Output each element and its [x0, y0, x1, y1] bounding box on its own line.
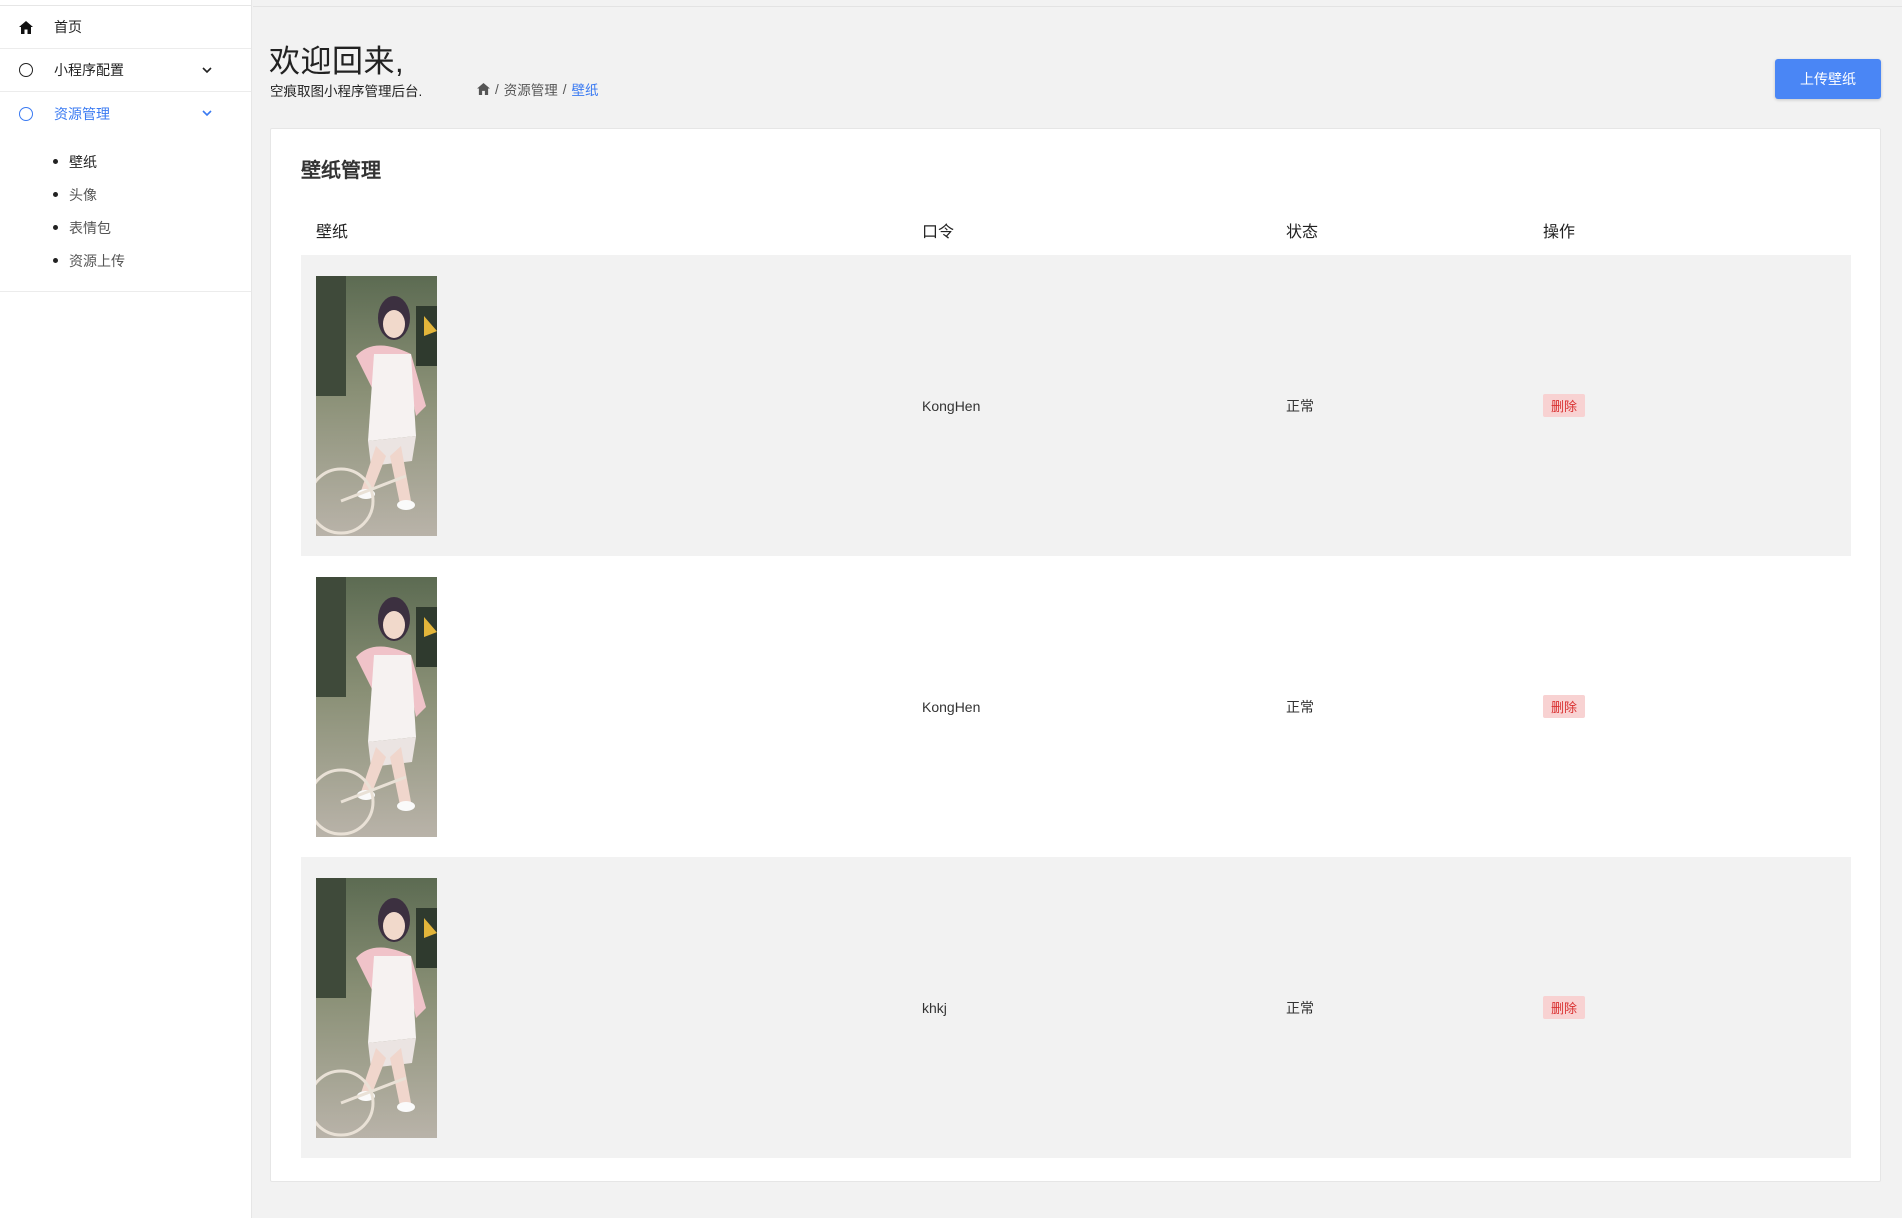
sidebar-item-label: 首页 [54, 19, 82, 35]
wallpaper-thumbnail [316, 877, 437, 1138]
status-cell: 正常 [1286, 698, 1314, 715]
sidebar-subitem-label: 头像 [69, 186, 97, 203]
delete-button[interactable]: 删除 [1543, 996, 1586, 1019]
sidebar-item-home[interactable]: 首页 [0, 6, 251, 49]
card-title: 壁纸管理 [301, 160, 381, 182]
bullet-icon [53, 258, 58, 263]
column-header-wallpaper: 壁纸 [316, 224, 349, 241]
sidebar: 首页 小程序配置 资源管理 壁纸 头像 表情包 资源上传 [0, 0, 252, 1218]
main-content: 欢迎回来, 空痕取图小程序管理后台. / 资源管理 / 壁纸 上传壁纸 壁纸管理… [253, 0, 1902, 1218]
wallpaper-thumbnail [316, 275, 437, 536]
sidebar-subitem-label: 表情包 [69, 219, 111, 236]
column-header-code: 口令 [922, 224, 955, 241]
breadcrumb-separator: / [495, 81, 499, 97]
table-row: khkj 正常 删除 [301, 857, 1851, 1158]
table-header: 壁纸 口令 状态 操作 [301, 205, 1851, 255]
breadcrumb-item-resource-management[interactable]: 资源管理 [504, 79, 558, 99]
sidebar-item-label: 小程序配置 [54, 62, 124, 78]
sidebar-subitem-label: 资源上传 [69, 252, 125, 269]
home-icon [18, 19, 34, 35]
breadcrumb: / 资源管理 / 壁纸 [477, 79, 599, 99]
sidebar-subitem-wallpaper[interactable]: 壁纸 [0, 145, 251, 178]
main-top-divider [253, 0, 1902, 7]
circle-icon [18, 106, 34, 122]
circle-icon [18, 62, 34, 78]
bullet-icon [53, 225, 58, 230]
code-cell: khkj [922, 999, 947, 1016]
wallpaper-table: 壁纸 口令 状态 操作 KongHen 正常 删除 KongHen 正常 删除 … [301, 205, 1851, 1158]
sidebar-subitem-label: 壁纸 [69, 153, 97, 170]
sidebar-subitem-resource-upload[interactable]: 资源上传 [0, 244, 251, 277]
delete-button[interactable]: 删除 [1543, 695, 1586, 718]
bullet-icon [53, 159, 58, 164]
sidebar-item-miniprogram-config[interactable]: 小程序配置 [0, 49, 251, 92]
sidebar-subitem-stickers[interactable]: 表情包 [0, 211, 251, 244]
column-header-status: 状态 [1286, 224, 1319, 241]
breadcrumb-separator: / [562, 81, 567, 97]
upload-wallpaper-button[interactable]: 上传壁纸 [1775, 59, 1881, 99]
table-row: KongHen 正常 删除 [301, 556, 1851, 857]
wallpaper-management-card: 壁纸管理 壁纸 口令 状态 操作 KongHen 正常 删除 KongHen 正… [270, 128, 1881, 1182]
home-icon[interactable] [477, 83, 490, 95]
delete-button[interactable]: 删除 [1543, 394, 1586, 417]
status-cell: 正常 [1286, 999, 1314, 1016]
chevron-down-icon [201, 64, 213, 76]
chevron-down-icon [201, 108, 213, 120]
column-header-action: 操作 [1543, 224, 1576, 241]
page-title: 欢迎回来, [269, 44, 405, 79]
code-cell: KongHen [922, 698, 981, 715]
bullet-icon [53, 192, 58, 197]
sidebar-item-label: 资源管理 [54, 105, 110, 122]
wallpaper-thumbnail [316, 576, 437, 837]
sidebar-item-resource-management[interactable]: 资源管理 [0, 92, 251, 135]
breadcrumb-item-wallpaper: 壁纸 [571, 83, 599, 98]
status-cell: 正常 [1286, 397, 1314, 414]
resource-submenu: 壁纸 头像 表情包 资源上传 [0, 135, 251, 292]
sidebar-subitem-avatar[interactable]: 头像 [0, 178, 251, 211]
code-cell: KongHen [922, 397, 981, 414]
page-subtitle: 空痕取图小程序管理后台. [270, 84, 423, 99]
table-row: KongHen 正常 删除 [301, 255, 1851, 556]
